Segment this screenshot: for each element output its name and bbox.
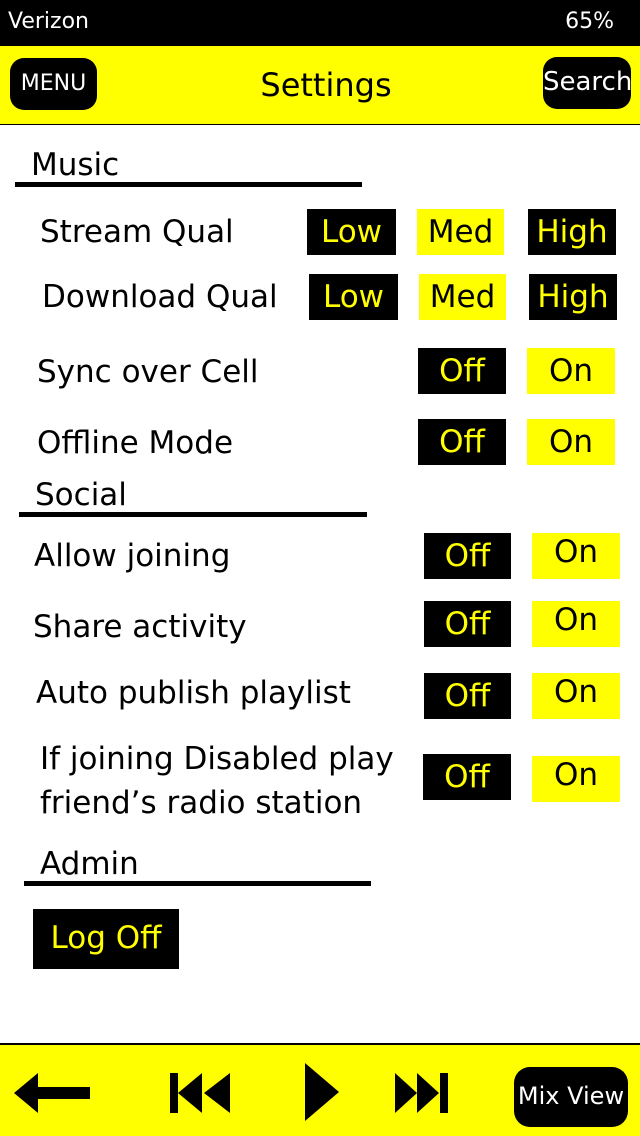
download-quality-high-button[interactable]: High <box>529 274 617 320</box>
header-bar: MENU Settings Search <box>0 46 640 125</box>
download-quality-med-button[interactable]: Med <box>419 274 506 320</box>
mix-view-button[interactable]: Mix View <box>514 1067 628 1127</box>
offline-mode-label: Offline Mode <box>37 425 234 461</box>
back-arrow-icon[interactable] <box>14 1071 92 1115</box>
menu-button[interactable]: MENU <box>10 58 97 110</box>
sync-over-cell-off-button[interactable]: Off <box>418 348 506 394</box>
skip-previous-icon[interactable] <box>170 1071 232 1115</box>
stream-quality-high-button[interactable]: High <box>528 209 616 255</box>
skip-next-icon[interactable] <box>395 1071 449 1115</box>
download-quality-label: Download Qual <box>42 279 278 315</box>
allow-joining-label: Allow joining <box>34 538 231 574</box>
offline-mode-off-button[interactable]: Off <box>418 419 506 465</box>
section-divider <box>19 512 367 517</box>
auto-publish-playlist-on-button[interactable]: On <box>532 673 620 719</box>
log-off-button[interactable]: Log Off <box>33 909 179 969</box>
stream-quality-low-button[interactable]: Low <box>307 209 396 255</box>
if-joining-disabled-on-button[interactable]: On <box>532 756 620 802</box>
page-title: Settings <box>260 66 392 104</box>
status-bar: Verizon 65% <box>0 0 640 46</box>
section-divider <box>24 881 371 886</box>
sync-over-cell-on-button[interactable]: On <box>527 348 615 394</box>
section-heading-social: Social <box>35 477 127 513</box>
if-joining-disabled-off-button[interactable]: Off <box>423 754 511 800</box>
search-button[interactable]: Search <box>543 57 632 109</box>
if-joining-disabled-label-line1: If joining Disabled play <box>40 741 394 777</box>
share-activity-label: Share activity <box>33 609 247 645</box>
section-heading-music: Music <box>31 147 120 183</box>
allow-joining-off-button[interactable]: Off <box>424 533 511 579</box>
stream-quality-med-button[interactable]: Med <box>417 209 504 255</box>
play-icon[interactable] <box>305 1063 339 1121</box>
allow-joining-on-button[interactable]: On <box>532 533 620 579</box>
section-divider <box>15 182 362 187</box>
offline-mode-on-button[interactable]: On <box>527 419 615 465</box>
download-quality-low-button[interactable]: Low <box>309 274 398 320</box>
player-bar: Mix View <box>0 1043 640 1136</box>
stream-quality-label: Stream Qual <box>40 214 234 250</box>
sync-over-cell-label: Sync over Cell <box>37 354 259 390</box>
battery-level: 65% <box>565 9 614 34</box>
auto-publish-playlist-label: Auto publish playlist <box>36 675 351 711</box>
section-heading-admin: Admin <box>40 846 139 882</box>
carrier-name: Verizon <box>8 9 89 34</box>
share-activity-off-button[interactable]: Off <box>424 601 511 647</box>
if-joining-disabled-label-line2: friend’s radio station <box>40 785 363 821</box>
share-activity-on-button[interactable]: On <box>532 601 620 647</box>
auto-publish-playlist-off-button[interactable]: Off <box>424 673 511 719</box>
